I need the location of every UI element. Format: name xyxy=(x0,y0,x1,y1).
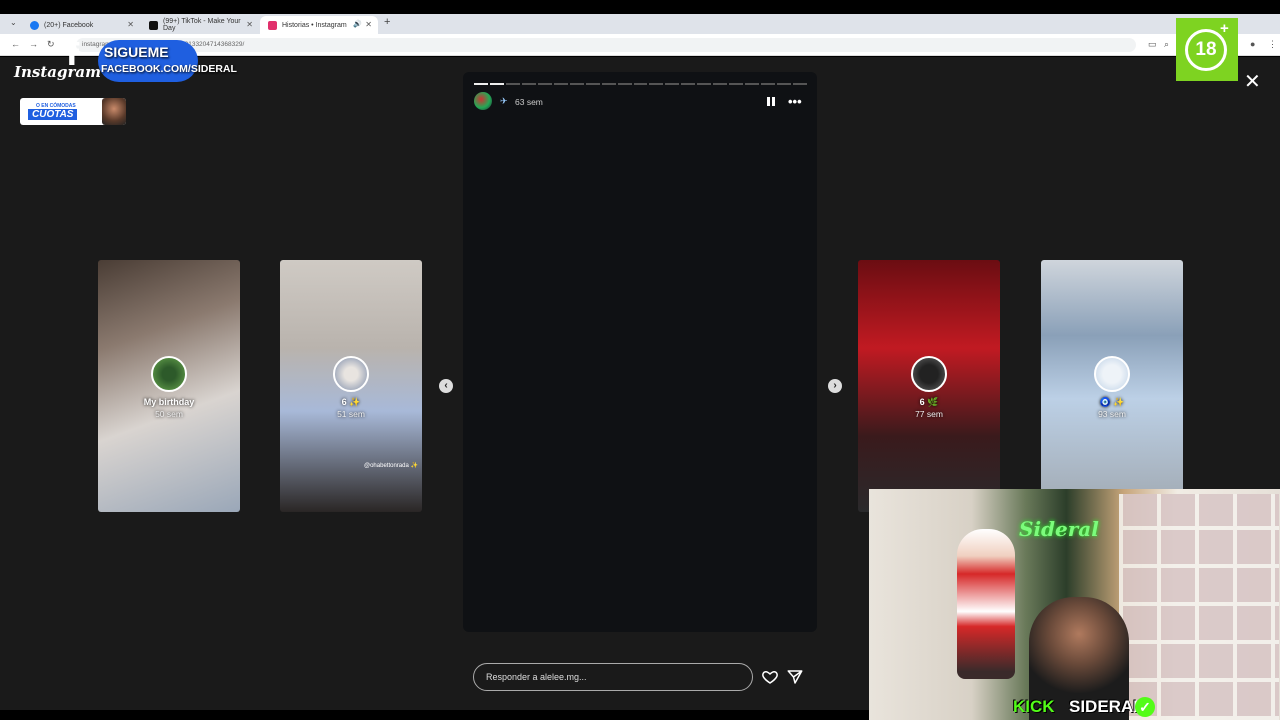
cuotas-banner: O EN CÓMODAS CUOTAS xyxy=(20,98,126,125)
age-rating-badge: 18 + xyxy=(1176,18,1238,81)
close-tab-icon[interactable]: ✕ xyxy=(365,20,372,29)
previous-story-button[interactable]: ‹ xyxy=(439,379,453,393)
send-icon[interactable] xyxy=(786,668,804,686)
avatar xyxy=(333,356,369,392)
progress-segment xyxy=(681,83,696,85)
verified-check-icon: ✓ xyxy=(1135,697,1155,717)
tab-instagram[interactable]: Historias • Instagram 🔊 ✕ xyxy=(260,16,378,34)
story-card-time: 77 sem xyxy=(915,409,943,419)
progress-segment xyxy=(713,83,728,85)
avatar xyxy=(151,356,187,392)
progress-segment xyxy=(617,83,632,85)
tab-label: (20+) Facebook xyxy=(44,21,94,29)
zoom-icon[interactable]: ⌕ xyxy=(1164,39,1169,50)
progress-segment xyxy=(553,83,568,85)
kick-label: KICK xyxy=(1013,697,1055,716)
next-story-button[interactable]: › xyxy=(828,379,842,393)
story-card-name: 🧿 ✨ xyxy=(1099,397,1125,407)
tab-tiktok[interactable]: (99+) TikTok - Make Your Day ✕ xyxy=(141,16,259,34)
progress-segment xyxy=(601,83,616,85)
avatar xyxy=(1094,356,1130,392)
story-card-time: 50 sem xyxy=(155,409,183,419)
back-icon[interactable]: ← xyxy=(11,39,20,49)
webcam-feed: Sideral xyxy=(869,489,1280,720)
story-time: 63 sem xyxy=(515,97,543,107)
progress-segment xyxy=(745,83,760,85)
progress-segment xyxy=(521,83,536,85)
story-card[interactable]: 6 ✨ 51 sem @ohabettonrada ✨ xyxy=(280,260,422,512)
tab-label: (99+) TikTok - Make Your Day xyxy=(163,18,241,32)
story-card-time: 51 sem xyxy=(337,409,365,419)
story-card[interactable]: My birthday 50 sem xyxy=(98,260,240,512)
streamer-name: SIDERAL xyxy=(1069,697,1144,716)
santa-figure xyxy=(957,529,1015,679)
new-tab-button[interactable]: + xyxy=(384,16,390,28)
progress-segment xyxy=(793,83,808,85)
avatar xyxy=(911,356,947,392)
progress-segment xyxy=(697,83,712,85)
progress-segment xyxy=(585,83,600,85)
speaker-icon[interactable]: 🔊 xyxy=(353,20,362,28)
mascot-image xyxy=(102,98,126,125)
story-card[interactable]: 🧿 ✨ 93 sem xyxy=(1041,260,1183,512)
cuotas-big-text: CUOTAS xyxy=(28,109,78,120)
story-card-name: 6 🌿 xyxy=(919,397,939,407)
progress-segment xyxy=(474,83,488,85)
browser-tab-bar: ⌄ (20+) Facebook ✕ (99+) TikTok - Make Y… xyxy=(0,14,1280,34)
heart-icon[interactable] xyxy=(761,668,779,686)
profile-icon[interactable]: ● xyxy=(1250,39,1255,49)
toy-shelf xyxy=(1119,494,1279,720)
story-card[interactable]: 6 🌿 77 sem xyxy=(858,260,1000,512)
progress-segment xyxy=(665,83,680,85)
reply-input[interactable]: Responder a alelee.mg... xyxy=(473,663,753,691)
close-tab-icon[interactable]: ✕ xyxy=(127,20,134,29)
reload-icon[interactable]: ↻ xyxy=(47,39,55,50)
avatar[interactable] xyxy=(474,92,492,110)
close-tab-icon[interactable]: ✕ xyxy=(246,20,253,29)
story-progress-bar xyxy=(474,83,808,85)
progress-segment xyxy=(633,83,648,85)
age-plus: + xyxy=(1220,20,1229,37)
progress-segment xyxy=(649,83,664,85)
story-mention: @ohabettonrada ✨ xyxy=(364,463,418,469)
progress-segment xyxy=(489,83,504,85)
facebook-icon xyxy=(30,20,39,30)
follow-url: FACEBOOK.COM/SIDERAL xyxy=(101,63,237,75)
follow-title: SIGUEME xyxy=(104,44,169,60)
more-options-icon[interactable]: ••• xyxy=(788,94,802,109)
neon-sign: Sideral xyxy=(1019,517,1099,541)
progress-segment xyxy=(777,83,792,85)
tab-facebook[interactable]: (20+) Facebook ✕ xyxy=(22,16,140,34)
airplane-icon: ✈ xyxy=(500,96,508,106)
cast-icon[interactable]: ▭ xyxy=(1148,39,1157,50)
tab-list-icon[interactable]: ⌄ xyxy=(10,18,17,27)
progress-segment xyxy=(505,83,520,85)
close-viewer-button[interactable]: ✕ xyxy=(1244,69,1261,94)
menu-icon[interactable]: ⋮ xyxy=(1268,39,1277,50)
story-card-name: 6 ✨ xyxy=(341,397,361,407)
instagram-icon xyxy=(268,20,277,30)
tab-label: Historias • Instagram xyxy=(282,21,347,29)
bottom-bar xyxy=(0,710,869,720)
progress-segment xyxy=(537,83,552,85)
forward-icon[interactable]: → xyxy=(29,39,38,49)
current-story[interactable] xyxy=(463,72,817,632)
facebook-icon: f xyxy=(66,38,80,73)
tiktok-icon xyxy=(149,20,158,30)
url-field[interactable]: instagram.com/stories/alelee.mg/31813320… xyxy=(76,38,1136,52)
progress-segment xyxy=(729,83,744,85)
pause-button[interactable] xyxy=(767,96,776,107)
progress-segment xyxy=(761,83,776,85)
story-card-time: 93 sem xyxy=(1098,409,1126,419)
story-card-name: My birthday xyxy=(143,397,195,407)
progress-segment xyxy=(569,83,584,85)
